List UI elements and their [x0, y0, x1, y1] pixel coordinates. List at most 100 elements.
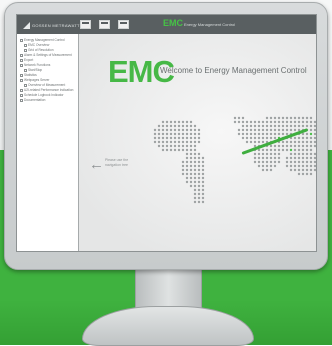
map-dot — [305, 160, 309, 164]
map-dot — [201, 164, 205, 168]
map-dot — [277, 152, 281, 156]
map-dot — [269, 120, 273, 124]
map-dot — [245, 128, 249, 132]
map-dot — [189, 164, 193, 168]
map-dot — [309, 164, 313, 168]
map-dot — [253, 156, 257, 160]
map-dot — [305, 144, 309, 148]
map-dot — [305, 168, 309, 172]
map-dot — [301, 136, 305, 140]
nav-tree-item[interactable]: U2I-related Performance Indication — [20, 88, 73, 92]
map-dot — [293, 116, 297, 120]
map-dot — [253, 152, 257, 156]
map-dot — [189, 140, 193, 144]
map-dot — [189, 136, 193, 140]
map-dot — [301, 140, 305, 144]
map-dot — [289, 160, 293, 164]
map-dot — [185, 148, 189, 152]
map-dot — [173, 128, 177, 132]
tree-node-icon — [24, 48, 27, 52]
map-dot — [201, 200, 205, 204]
map-dot — [165, 124, 169, 128]
nav-tree-label: EMC Overview — [28, 43, 50, 47]
map-dot — [197, 168, 201, 172]
brand-logo-icon — [23, 21, 30, 29]
map-dot — [273, 132, 277, 136]
map-dot — [301, 144, 305, 148]
map-dot — [269, 128, 273, 132]
map-dot — [297, 152, 301, 156]
map-dot — [237, 128, 241, 132]
tree-node-icon — [20, 53, 23, 57]
map-dot — [261, 160, 265, 164]
map-dot — [301, 168, 305, 172]
tree-node-icon — [24, 43, 27, 47]
map-dot — [253, 128, 257, 132]
nav-tree-item[interactable]: Schedule Logbook Indicator — [20, 93, 64, 97]
map-dot — [305, 120, 309, 124]
nav-tree-item[interactable]: Grid of Resolution — [24, 48, 54, 52]
map-dot — [257, 124, 261, 128]
map-dot — [193, 136, 197, 140]
brand-logo-text: GOSSEN METRAWATT — [32, 22, 80, 28]
map-dot — [197, 128, 201, 132]
nav-tree-label: Webpages Server — [24, 78, 50, 82]
map-dot — [193, 156, 197, 160]
nav-tree-item[interactable]: Documentation — [20, 98, 45, 102]
map-dot — [273, 124, 277, 128]
tree-node-icon — [20, 63, 23, 67]
nav-tree-item[interactable]: Export — [20, 58, 33, 62]
map-dot — [301, 120, 305, 124]
nav-tree-item[interactable]: Statistics — [20, 73, 37, 77]
nav-tree-item[interactable]: Network Functions — [20, 63, 50, 67]
map-dot — [289, 164, 293, 168]
map-dot — [177, 148, 181, 152]
map-dot — [185, 176, 189, 180]
map-dot — [201, 172, 205, 176]
nav-tree-item[interactable]: Energy Management Control — [20, 38, 65, 42]
map-dot — [273, 128, 277, 132]
map-dot — [181, 136, 185, 140]
map-dot — [177, 124, 181, 128]
map-dot — [165, 132, 169, 136]
nav-tree-item[interactable]: Webpages Server — [20, 78, 49, 82]
map-dot — [201, 168, 205, 172]
map-dot — [261, 156, 265, 160]
nav-tree-item[interactable]: EMC Overview — [24, 43, 49, 47]
map-dot — [197, 172, 201, 176]
map-dot — [241, 136, 245, 140]
map-dot — [313, 120, 316, 124]
map-dot — [173, 120, 177, 124]
map-dot — [173, 140, 177, 144]
map-dot — [313, 168, 316, 172]
map-dot — [257, 152, 261, 156]
settings-icon[interactable] — [118, 20, 129, 29]
map-dot — [261, 148, 265, 152]
map-dot — [285, 148, 289, 152]
map-dot — [177, 136, 181, 140]
map-dot — [193, 172, 197, 176]
nav-tree-item[interactable]: Start/Stop — [24, 68, 42, 72]
map-dot — [157, 140, 161, 144]
map-dot — [253, 160, 257, 164]
chart-icon[interactable] — [99, 20, 110, 29]
map-dot — [281, 140, 285, 144]
map-dot — [265, 160, 269, 164]
map-dot — [181, 148, 185, 152]
map-dot — [197, 184, 201, 188]
map-dot — [305, 132, 309, 136]
map-dot — [293, 164, 297, 168]
map-dot — [173, 124, 177, 128]
map-dot — [293, 160, 297, 164]
map-dot — [181, 164, 185, 168]
map-dot — [265, 124, 269, 128]
map-dot — [193, 188, 197, 192]
nav-tree-item[interactable]: Alarm & Settings of Measurement — [20, 53, 72, 57]
map-dot — [253, 140, 257, 144]
map-dot — [309, 124, 313, 128]
monitor-icon[interactable] — [80, 20, 91, 29]
nav-tree-item[interactable]: Overview of Measurement — [24, 83, 65, 87]
tree-node-icon — [20, 58, 23, 62]
nav-tree-label: Network Functions — [24, 63, 51, 67]
map-dot — [189, 124, 193, 128]
